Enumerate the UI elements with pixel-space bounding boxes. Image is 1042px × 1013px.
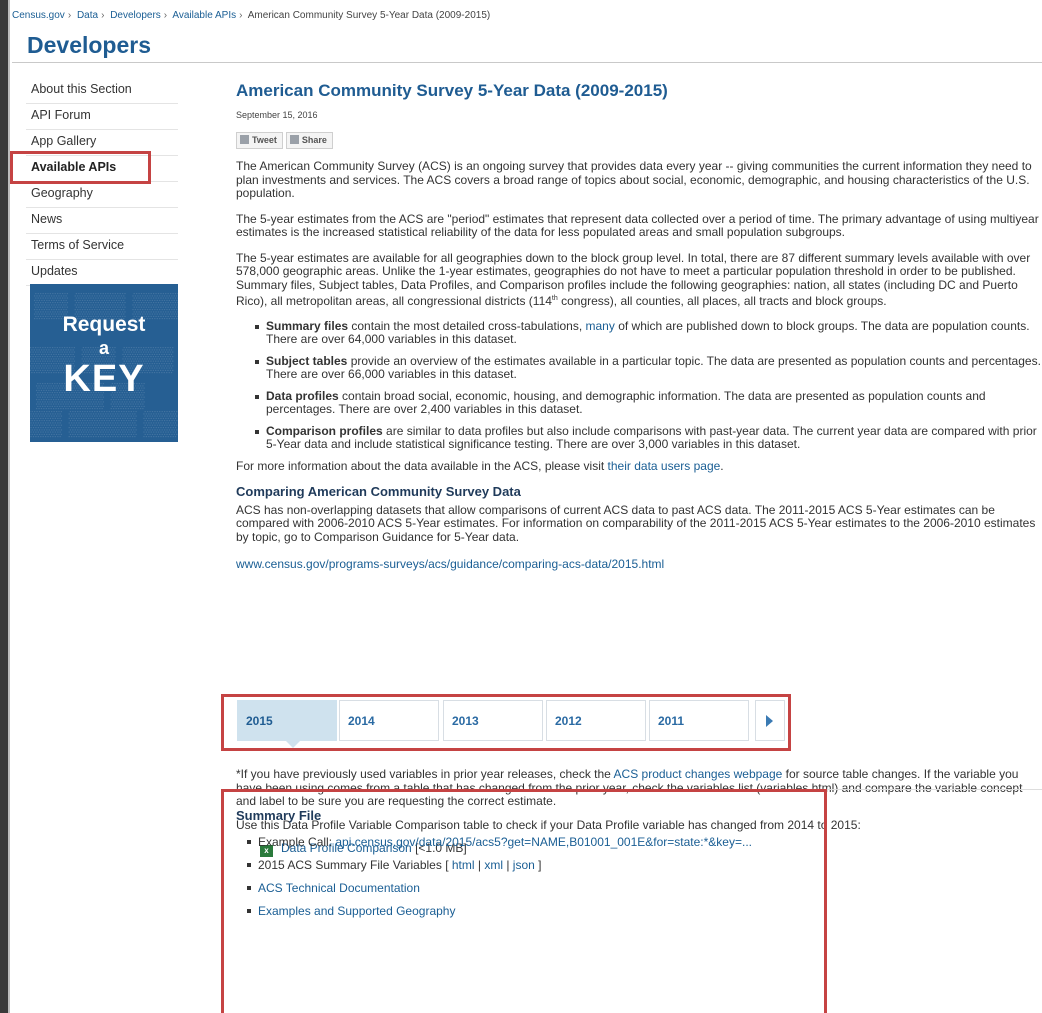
list-item: Examples and Supported Geography <box>247 904 826 927</box>
share-bar: Tweet Share <box>236 132 1042 149</box>
variables-json-link[interactable]: json <box>513 858 535 872</box>
sidebar-item-news[interactable]: News <box>26 208 178 234</box>
more-info-paragraph: For more information about the data avai… <box>236 458 1042 474</box>
bullet-text: contain the most detailed cross-tabulati… <box>348 318 586 333</box>
data-users-link[interactable]: their data users page <box>608 459 721 473</box>
list-item: 2015 ACS Summary File Variables [ html |… <box>247 858 826 881</box>
more-info-end: . <box>720 458 724 473</box>
comparing-heading: Comparing American Community Survey Data <box>236 484 521 499</box>
separator: | <box>503 858 513 872</box>
separator: | <box>474 858 485 872</box>
share-button[interactable]: Share <box>285 132 333 149</box>
comparing-url-link[interactable]: www.census.gov/programs-surveys/acs/guid… <box>236 557 664 571</box>
bracket-end: ] <box>534 858 542 872</box>
tab-2013[interactable]: 2013 <box>443 700 543 741</box>
tweet-button[interactable]: Tweet <box>236 132 283 149</box>
section-title[interactable]: Developers <box>27 32 151 59</box>
bullet-term: Data profiles <box>266 388 339 403</box>
chevron-right-icon: › <box>67 10 72 21</box>
list-item: ACS Technical Documentation <box>247 881 826 904</box>
intro-paragraph: The American Community Survey (ACS) is a… <box>236 159 1032 200</box>
banner-texture: ▒▒ ▒▒▒▒ ▒▒ <box>30 410 178 437</box>
list-item: Comparison profiles are similar to data … <box>255 423 1042 452</box>
breadcrumb-developers[interactable]: Developers <box>110 10 161 21</box>
list-item: Subject tables provide an overview of th… <box>255 353 1042 382</box>
tab-label: 2014 <box>348 714 375 728</box>
bullet-term: Subject tables <box>266 353 348 368</box>
sidebar-item-updates[interactable]: Updates <box>26 260 178 286</box>
tab-2015[interactable]: 2015 <box>237 700 337 748</box>
comparing-url-row: www.census.gov/programs-surveys/acs/guid… <box>236 557 1042 572</box>
chevron-right-icon: › <box>163 10 168 21</box>
banner-key-text: KEY <box>63 358 145 400</box>
geographies-text-end: congress), all counties, all places, all… <box>557 294 887 308</box>
breadcrumb-census[interactable]: Census.gov <box>12 10 65 21</box>
page-title: American Community Survey 5-Year Data (2… <box>236 81 668 100</box>
bullet-term: Summary files <box>266 318 349 333</box>
many-link[interactable]: many <box>586 319 615 333</box>
breadcrumb: Census.gov › Data › Developers › Available … <box>12 10 490 21</box>
tab-2011[interactable]: 2011 <box>649 700 749 741</box>
chevron-right-icon: › <box>239 10 243 21</box>
main-content: American Community Survey 5-Year Data (2… <box>236 81 1042 572</box>
list-item: Data profiles contain broad social, econ… <box>255 388 1042 417</box>
window-edge <box>0 0 8 1013</box>
facebook-icon <box>289 135 299 144</box>
bullet-text: provide an overview of the estimates ava… <box>266 353 1041 381</box>
note-text: *If you have previously used variables i… <box>236 767 614 781</box>
summary-file-heading: Summary File <box>236 808 322 823</box>
banner-request-text: Request <box>62 313 146 336</box>
request-key-banner[interactable]: ▒▒ ▒▒▒ ▒▒▒ ▒▒▒ ▒▒ ▒▒▒ ▒▒▒▒ ▒▒ ▒▒ ▒▒▒▒ ▒▒… <box>30 284 178 442</box>
sidebar-item-about[interactable]: About this Section <box>26 78 178 104</box>
summary-file-list: Example Call: api.census.gov/data/2015/a… <box>236 835 826 927</box>
chevron-right-icon: › <box>101 10 105 21</box>
list-item: Example Call: api.census.gov/data/2015/a… <box>247 835 826 858</box>
tab-pointer <box>286 741 300 748</box>
breadcrumb-current: American Community Survey 5-Year Data (2… <box>247 10 491 21</box>
publish-date: September 15, 2016 <box>236 109 318 120</box>
tab-label: 2015 <box>246 714 273 728</box>
tabs-next-arrow-icon[interactable] <box>755 700 785 741</box>
tab-label: 2012 <box>555 714 582 728</box>
tab-label: 2013 <box>452 714 479 728</box>
variables-label: 2015 ACS Summary File Variables [ <box>258 858 452 872</box>
sidebar-item-terms[interactable]: Terms of Service <box>26 234 178 260</box>
bullet-term: Comparison profiles <box>266 423 383 438</box>
tab-2014[interactable]: 2014 <box>339 700 439 741</box>
variables-xml-link[interactable]: xml <box>484 858 503 872</box>
share-label: Share <box>301 135 327 145</box>
comparing-paragraph: ACS has non-overlapping datasets that al… <box>236 502 1036 544</box>
breadcrumb-data[interactable]: Data <box>77 10 98 21</box>
breadcrumb-available-apis[interactable]: Available APIs <box>172 10 236 21</box>
variables-html-link[interactable]: html <box>452 858 475 872</box>
more-info-text: For more information about the data avai… <box>236 458 608 473</box>
list-item: Summary files contain the most detailed … <box>255 318 1042 347</box>
product-changes-link[interactable]: ACS product changes webpage <box>614 767 783 781</box>
summary-file-section: Summary File Example Call: api.census.go… <box>236 808 826 927</box>
tweet-label: Tweet <box>252 135 277 145</box>
sidebar-item-geography[interactable]: Geography <box>26 182 178 208</box>
technical-documentation-link[interactable]: ACS Technical Documentation <box>258 881 420 895</box>
tab-2012[interactable]: 2012 <box>546 700 646 741</box>
example-call-label: Example Call: <box>258 835 336 849</box>
twitter-icon <box>240 135 249 144</box>
geographies-paragraph: The 5-year estimates are available for a… <box>236 251 1042 309</box>
divider <box>12 62 1042 63</box>
sidebar-item-api-forum[interactable]: API Forum <box>26 104 178 130</box>
dataset-list: Summary files contain the most detailed … <box>236 318 1042 452</box>
example-call-link[interactable]: api.census.gov/data/2015/acs5?get=NAME,B… <box>335 835 752 849</box>
tab-label: 2011 <box>658 714 685 728</box>
highlight-box-available-apis <box>10 151 151 184</box>
examples-geography-link[interactable]: Examples and Supported Geography <box>258 904 455 918</box>
estimates-paragraph: The 5-year estimates from the ACS are "p… <box>236 211 1039 239</box>
banner-a-text: a <box>98 338 109 358</box>
bullet-text: contain broad social, economic, housing,… <box>266 388 986 416</box>
